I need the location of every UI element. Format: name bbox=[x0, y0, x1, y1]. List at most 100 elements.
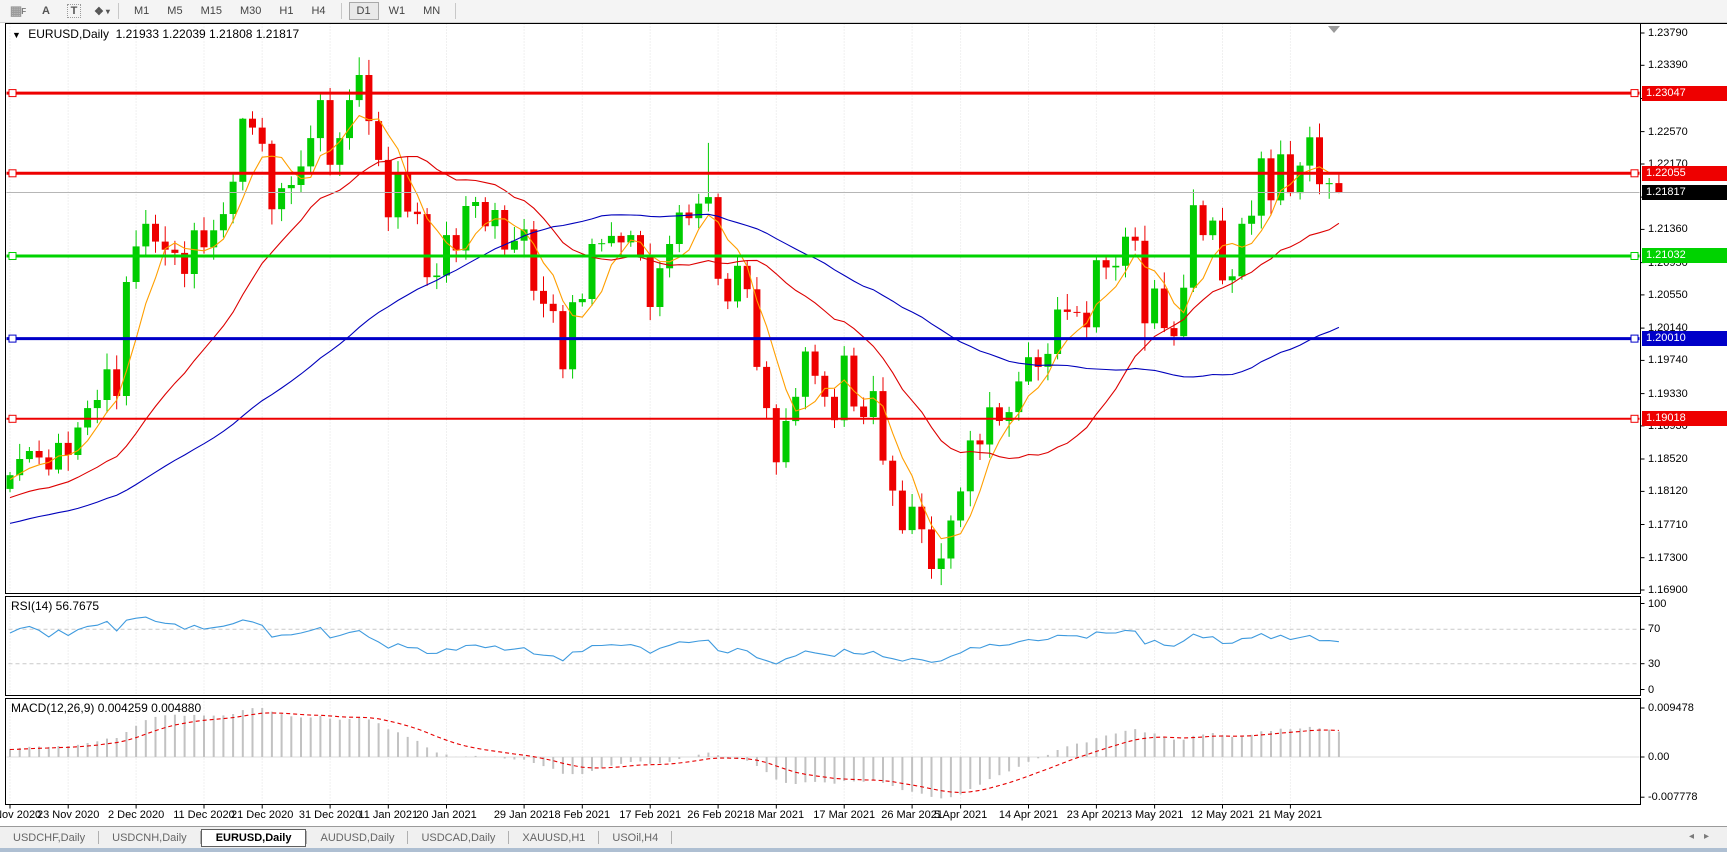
candle-body bbox=[365, 75, 373, 122]
candle-body bbox=[268, 143, 276, 210]
candle-body bbox=[1015, 381, 1023, 413]
candle-body bbox=[1141, 240, 1149, 324]
hline-handle[interactable] bbox=[8, 252, 17, 260]
candle-body bbox=[1335, 183, 1343, 193]
candle-body bbox=[6, 475, 14, 489]
tab-separator bbox=[671, 831, 673, 844]
hline-handle[interactable] bbox=[1630, 169, 1639, 178]
candle-body bbox=[879, 391, 887, 461]
candle-body bbox=[287, 185, 295, 189]
candle-body bbox=[1277, 154, 1285, 201]
candle-body bbox=[462, 206, 470, 251]
candle-body bbox=[598, 243, 606, 245]
symbol-tab-audusd[interactable]: AUDUSD,Daily bbox=[307, 829, 407, 847]
candle-body bbox=[811, 351, 819, 376]
candle-body bbox=[782, 421, 790, 463]
hline-handle[interactable] bbox=[8, 89, 17, 98]
candle-body bbox=[1170, 328, 1178, 337]
candle-body bbox=[1296, 165, 1304, 194]
candle-body bbox=[375, 121, 383, 160]
candle-body bbox=[472, 202, 480, 206]
candle-body bbox=[860, 406, 868, 417]
symbol-tab-eurusd[interactable]: EURUSD,Daily bbox=[200, 828, 307, 847]
candle-body bbox=[152, 223, 159, 242]
tab-scroll-right-icon[interactable]: ▸ bbox=[1704, 831, 1719, 842]
chart-ohlc-values: 1.21933 1.22039 1.21808 1.21817 bbox=[115, 27, 300, 41]
candle-body bbox=[1325, 183, 1333, 185]
hline-handle[interactable] bbox=[8, 414, 17, 423]
candle-body bbox=[840, 355, 848, 421]
tab-scroll-left-icon[interactable]: ◂ bbox=[1689, 831, 1704, 842]
hline-handle[interactable] bbox=[1630, 89, 1639, 98]
macd-panel bbox=[5, 698, 1641, 805]
hline-handle[interactable] bbox=[1630, 252, 1639, 260]
candle-body bbox=[850, 355, 858, 407]
symbol-tab-xauusd[interactable]: XAUUSD,H1 bbox=[509, 829, 598, 847]
hline-handle[interactable] bbox=[1630, 414, 1639, 423]
hline-handle[interactable] bbox=[8, 169, 17, 178]
candle-body bbox=[530, 229, 538, 291]
candle-body bbox=[617, 235, 625, 243]
candle-body bbox=[1238, 223, 1246, 277]
candle-body bbox=[1092, 260, 1100, 328]
candle-body bbox=[540, 290, 547, 304]
candle-body bbox=[743, 265, 751, 290]
chart-symbol-period: EURUSD,Daily bbox=[28, 27, 109, 41]
candle-body bbox=[1151, 288, 1159, 324]
symbol-tab-usdcnh[interactable]: USDCNH,Daily bbox=[99, 829, 200, 847]
symbol-tab-usdchf[interactable]: USDCHF,Daily bbox=[0, 829, 98, 847]
candle-body bbox=[249, 118, 256, 128]
candle-body bbox=[801, 351, 809, 397]
symbol-tab-bar: USDCHF,Daily USDCNH,Daily EURUSD,Daily AUDU… bbox=[0, 827, 1727, 848]
candle-body bbox=[908, 506, 916, 531]
candle-body bbox=[928, 529, 935, 569]
candle-body bbox=[1025, 357, 1032, 382]
candle-body bbox=[957, 491, 965, 521]
candle-body bbox=[976, 440, 984, 445]
candle-body bbox=[1257, 158, 1265, 216]
candle-body bbox=[675, 212, 683, 244]
candle-body bbox=[297, 166, 305, 185]
candle-body bbox=[724, 278, 732, 302]
candle-body bbox=[491, 210, 499, 227]
symbol-tab-usdcad[interactable]: USDCAD,Daily bbox=[408, 829, 508, 847]
rsi-panel bbox=[5, 596, 1641, 696]
candle-body bbox=[384, 159, 392, 218]
candle-body bbox=[25, 451, 33, 460]
symbol-tab-usoil[interactable]: USOil,H4 bbox=[599, 829, 671, 847]
candle-body bbox=[1219, 220, 1226, 281]
candle-body bbox=[646, 254, 654, 307]
candle-body bbox=[413, 211, 421, 215]
candle-body bbox=[889, 460, 897, 491]
candle-body bbox=[1160, 288, 1168, 329]
macd-label: MACD(12,26,9) 0.004259 0.004880 bbox=[11, 701, 202, 715]
candle-body bbox=[1102, 260, 1110, 268]
candle-body bbox=[627, 235, 635, 243]
mt4-window: ▦ F A T ❖ ▾ M1 M5 M15 M30 H1 H4 D1 W1 MN ▼ EURUSD,… bbox=[0, 0, 1727, 852]
candle-body bbox=[1228, 276, 1236, 281]
candle-body bbox=[1122, 236, 1129, 266]
candle-body bbox=[316, 100, 324, 139]
candle-body bbox=[278, 188, 286, 210]
candle-body bbox=[704, 197, 712, 204]
candle-body bbox=[1063, 309, 1071, 312]
candle-body bbox=[947, 520, 955, 559]
hline-handle[interactable] bbox=[8, 334, 17, 343]
window-bottom-edge bbox=[0, 848, 1727, 852]
candle-body bbox=[1267, 158, 1275, 201]
candle-body bbox=[1209, 220, 1217, 236]
candle-body bbox=[1248, 215, 1256, 224]
hline-handle[interactable] bbox=[1630, 334, 1639, 343]
chart-title: ▼ EURUSD,Daily 1.21933 1.22039 1.21808 1… bbox=[12, 27, 299, 41]
tab-scroll-arrows: ◂▸ bbox=[1689, 831, 1719, 842]
candle-body bbox=[656, 268, 664, 307]
candle-body bbox=[734, 265, 741, 302]
candle-body bbox=[1073, 311, 1081, 313]
candle-body bbox=[821, 375, 829, 397]
dropdown-triangle-icon[interactable]: ▼ bbox=[12, 30, 21, 40]
candle-body bbox=[714, 197, 722, 279]
candle-body bbox=[772, 408, 780, 463]
candle-body bbox=[355, 75, 363, 101]
chart-canvas bbox=[5, 23, 1727, 809]
candle-body bbox=[394, 172, 402, 218]
